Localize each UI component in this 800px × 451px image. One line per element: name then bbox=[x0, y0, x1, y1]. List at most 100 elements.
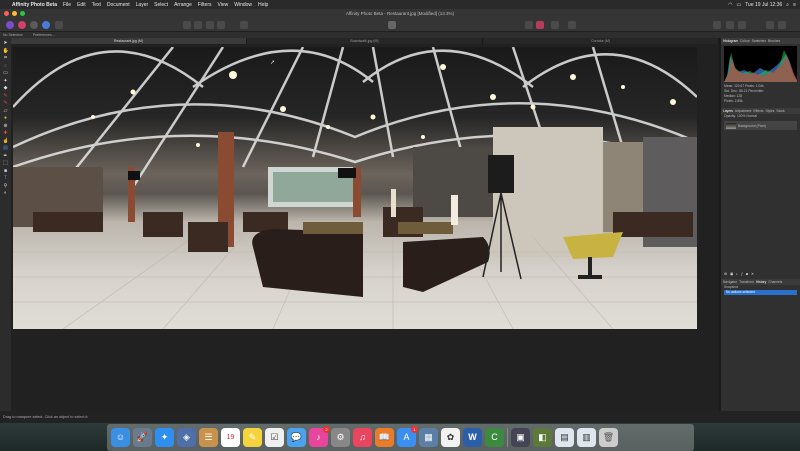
launchpad-icon[interactable]: 🚀 bbox=[133, 428, 152, 447]
view-mode-button[interactable] bbox=[738, 21, 746, 29]
share-icon[interactable] bbox=[55, 21, 63, 29]
tab-effects[interactable]: Effects bbox=[753, 109, 763, 113]
marquee-tool-icon[interactable]: ▭ bbox=[3, 70, 9, 77]
photos-icon[interactable]: ✿ bbox=[441, 428, 460, 447]
colour-picker-icon[interactable]: ◆ bbox=[3, 85, 9, 92]
notes-icon[interactable]: ✎ bbox=[243, 428, 262, 447]
transform-button[interactable] bbox=[568, 21, 576, 29]
finder-icon[interactable]: ☺ bbox=[111, 428, 130, 447]
app-menu[interactable]: Affinity Photo Beta bbox=[12, 2, 57, 8]
contacts-icon[interactable]: ☰ bbox=[199, 428, 218, 447]
paint-brush-icon[interactable]: ✎ bbox=[3, 93, 9, 100]
safari-icon[interactable]: ✦ bbox=[155, 428, 174, 447]
arrange-button[interactable] bbox=[551, 21, 559, 29]
menu-edit[interactable]: Edit bbox=[77, 2, 86, 8]
adjustment-icon[interactable]: ◐ bbox=[736, 272, 738, 277]
preview-icon[interactable]: ◈ bbox=[177, 428, 196, 447]
menu-layer[interactable]: Layer bbox=[136, 2, 149, 8]
wifi-icon[interactable]: ◠ bbox=[728, 2, 732, 8]
develop-persona-icon[interactable] bbox=[30, 21, 38, 29]
tab-styles[interactable]: Styles bbox=[765, 109, 774, 113]
assistant-button[interactable] bbox=[713, 21, 721, 29]
colour-swatch-icon[interactable]: ◐ bbox=[3, 190, 9, 197]
pen-tool-icon[interactable]: ✒ bbox=[3, 153, 9, 160]
zoom-tool-icon[interactable]: ⚲ bbox=[3, 183, 9, 190]
trash-icon[interactable]: 🗑 bbox=[599, 428, 618, 447]
calendar-icon[interactable]: 19 bbox=[221, 428, 240, 447]
layer-background[interactable]: Background (Pixel) bbox=[724, 121, 797, 130]
layer-options-icon[interactable]: ⚙ bbox=[724, 272, 727, 277]
shape-tool-icon[interactable]: ■ bbox=[3, 168, 9, 175]
flood-select-icon[interactable]: ✦ bbox=[3, 78, 9, 85]
list-icon[interactable]: ≡ bbox=[793, 2, 796, 8]
screenshot-stack-icon[interactable]: ▣ bbox=[511, 428, 530, 447]
system-preferences-icon[interactable]: ⚙ bbox=[331, 428, 350, 447]
add-layer-icon[interactable]: ▣ bbox=[730, 272, 733, 277]
tab-colour[interactable]: Colour bbox=[740, 39, 750, 43]
tab-transform[interactable]: Transform bbox=[739, 280, 754, 284]
selection-mode-button[interactable] bbox=[240, 21, 248, 29]
crop-tool-icon[interactable]: ⌗ bbox=[3, 55, 9, 62]
auto-contrast-button[interactable] bbox=[194, 21, 202, 29]
node-tool-icon[interactable]: ⬚ bbox=[3, 160, 9, 167]
dodge-tool-icon[interactable]: ● bbox=[3, 115, 9, 122]
tab-layers[interactable]: Layers bbox=[723, 109, 733, 113]
pixel-tool-icon[interactable]: ✎ bbox=[3, 100, 9, 107]
tab-swatches[interactable]: Swatches bbox=[752, 39, 766, 43]
menu-document[interactable]: Document bbox=[107, 2, 130, 8]
tab-channels[interactable]: Channels bbox=[768, 280, 782, 284]
opacity-blend-controls[interactable]: Opacity: 100% Normal bbox=[721, 114, 800, 119]
tab-stock[interactable]: Stock bbox=[776, 109, 784, 113]
erase-tool-icon[interactable]: ▱ bbox=[3, 108, 9, 115]
menu-select[interactable]: Select bbox=[154, 2, 168, 8]
photo-persona-icon[interactable] bbox=[6, 21, 14, 29]
battery-icon[interactable]: ▭ bbox=[736, 2, 741, 8]
studio-preset-button[interactable] bbox=[726, 21, 734, 29]
menu-view[interactable]: View bbox=[218, 2, 229, 8]
tab-navigator[interactable]: Navigator bbox=[723, 280, 737, 284]
menubar-clock[interactable]: Tue 19 Jul 12:36 bbox=[745, 2, 782, 8]
clone-tool-icon[interactable]: ⊕ bbox=[3, 123, 9, 130]
tab-history[interactable]: History bbox=[756, 280, 766, 284]
panel-toggle-button[interactable] bbox=[778, 21, 786, 29]
documents-stack-icon[interactable]: ▤ bbox=[555, 428, 574, 447]
smudge-tool-icon[interactable]: ☝ bbox=[3, 138, 9, 145]
menu-arrange[interactable]: Arrange bbox=[174, 2, 192, 8]
selection-brush-icon[interactable]: ◌ bbox=[3, 63, 9, 70]
fx-icon[interactable]: ƒ bbox=[741, 272, 743, 277]
mask-icon[interactable]: ◙ bbox=[746, 272, 748, 277]
music-icon[interactable]: ♫ bbox=[353, 428, 372, 447]
menu-help[interactable]: Help bbox=[258, 2, 268, 8]
messages-icon[interactable]: 💬 bbox=[287, 428, 306, 447]
menu-filters[interactable]: Filters bbox=[198, 2, 212, 8]
preferences-link[interactable]: Preferences... bbox=[33, 33, 55, 37]
delete-layer-icon[interactable]: ✕ bbox=[751, 272, 754, 277]
hand-tool-icon[interactable]: ✋ bbox=[3, 48, 9, 55]
healing-tool-icon[interactable]: ✚ bbox=[3, 130, 9, 137]
panorama-image[interactable] bbox=[13, 47, 697, 329]
text-tool-icon[interactable]: T bbox=[3, 175, 9, 182]
affinity-stack-icon[interactable]: ◧ bbox=[533, 428, 552, 447]
auto-white-balance-button[interactable] bbox=[217, 21, 225, 29]
tab-histogram[interactable]: Histogram bbox=[723, 39, 738, 43]
align-button[interactable] bbox=[536, 21, 544, 29]
image-capture-icon[interactable]: ▦ bbox=[419, 428, 438, 447]
auto-colours-button[interactable] bbox=[206, 21, 214, 29]
liquify-persona-icon[interactable] bbox=[18, 21, 26, 29]
tab-adjustment[interactable]: Adjustment bbox=[735, 109, 752, 113]
menu-window[interactable]: Window bbox=[234, 2, 252, 8]
downloads-stack-icon[interactable]: ▥ bbox=[577, 428, 596, 447]
auto-levels-button[interactable] bbox=[183, 21, 191, 29]
ibooks-icon[interactable]: 📖 bbox=[375, 428, 394, 447]
camtasia-icon[interactable]: C bbox=[485, 428, 504, 447]
move-tool-icon[interactable]: ➤ bbox=[3, 40, 9, 47]
studio-toggle-button[interactable] bbox=[766, 21, 774, 29]
menu-text[interactable]: Text bbox=[92, 2, 101, 8]
gradient-tool-icon[interactable]: ▤ bbox=[3, 145, 9, 152]
search-icon[interactable]: ⌕ bbox=[786, 2, 789, 8]
tab-brushes[interactable]: Brushes bbox=[768, 39, 780, 43]
word-icon[interactable]: W bbox=[463, 428, 482, 447]
snapping-button[interactable] bbox=[525, 21, 533, 29]
history-selected-item[interactable]: No actions selected bbox=[724, 290, 797, 295]
quick-mask-button[interactable] bbox=[388, 21, 396, 29]
